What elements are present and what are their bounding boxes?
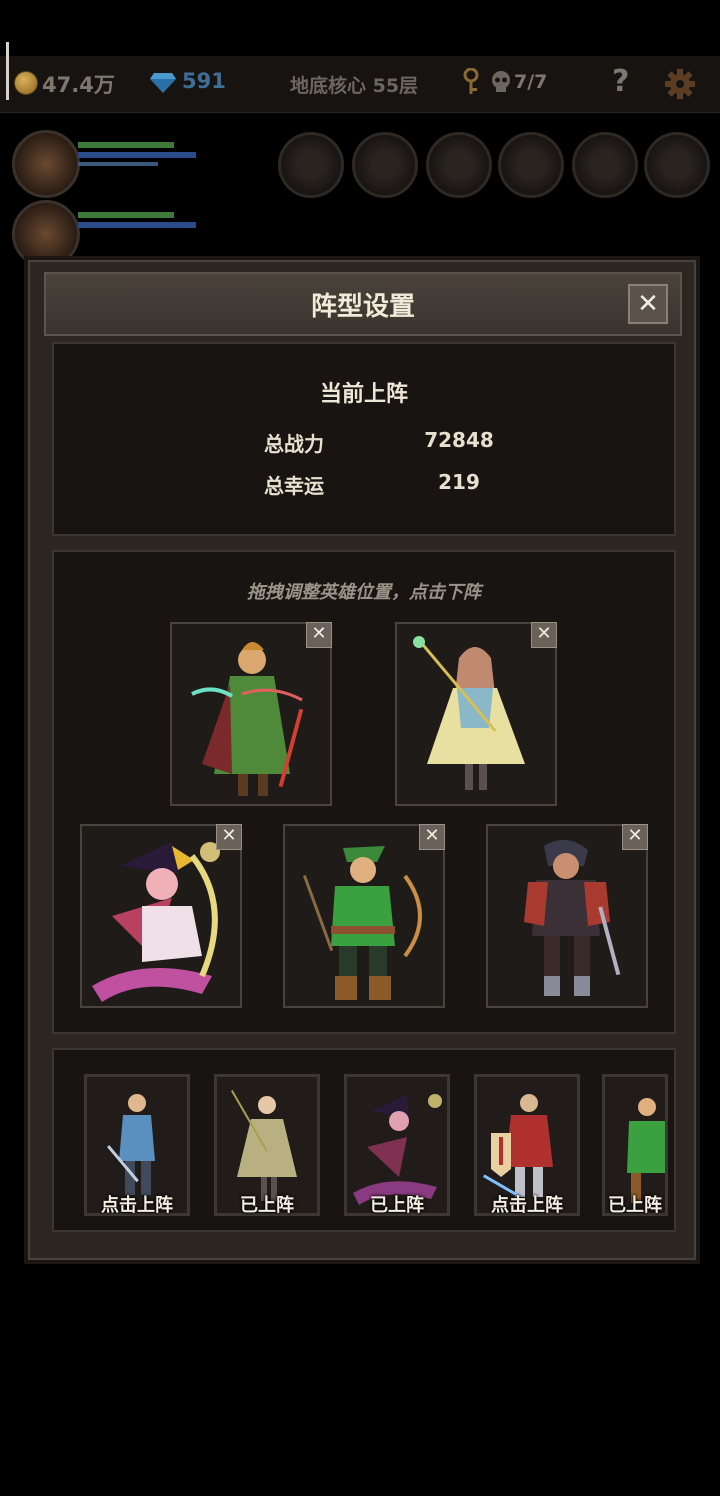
hero-portrait-witch [92, 842, 220, 1002]
key-icon [463, 68, 479, 94]
party-hero-2[interactable] [12, 200, 222, 268]
mp-bar [78, 222, 196, 228]
top-status-bar: 47.4万 591 地底核心 55层 7/7 ? [0, 42, 720, 113]
skill-slot-vortex-icon[interactable] [498, 132, 564, 198]
remove-hero-button[interactable]: ✕ [531, 622, 557, 648]
hero-roster: 点击上阵 已上阵 已上阵 点击上阵 已上阵 [52, 1048, 676, 1232]
remove-hero-button[interactable]: ✕ [216, 824, 242, 850]
roster-hero-archer[interactable]: 已上阵 [602, 1074, 668, 1216]
roster-hero-swordsman[interactable]: 点击上阵 [84, 1074, 190, 1216]
formation-dialog: 阵型设置 ✕ 当前上阵 总战力 72848 总幸运 219 拖拽调整英雄位置，点… [28, 260, 696, 1260]
lineup-slot-1[interactable]: ✕ [170, 622, 332, 806]
current-lineup-stats: 当前上阵 总战力 72848 总幸运 219 [52, 342, 676, 536]
roster-status-label: 点击上阵 [491, 1195, 563, 1216]
party-hero-1[interactable] [12, 130, 222, 198]
roster-status-label: 点击上阵 [101, 1195, 173, 1216]
settings-gear-icon[interactable] [664, 68, 696, 100]
hero-portrait-priestess [413, 636, 525, 790]
roster-hero-priestess[interactable]: 已上阵 [214, 1074, 320, 1216]
skill-slot-bell-icon[interactable] [426, 132, 492, 198]
diamond-icon [150, 73, 176, 93]
hero-portrait-warrior [524, 839, 621, 996]
skill-slot-scroll-icon[interactable] [644, 132, 710, 198]
roster-hero-witch[interactable]: 已上阵 [344, 1074, 450, 1216]
lineup-hint: 拖拽调整英雄位置，点击下阵 [247, 582, 481, 603]
hero-avatar [12, 200, 80, 268]
skill-slot-feather-icon[interactable] [278, 132, 344, 198]
gold-coin-icon [14, 71, 38, 95]
help-icon[interactable]: ? [612, 64, 629, 99]
roster-status-label: 已上阵 [240, 1195, 294, 1216]
hp-bar [78, 212, 174, 218]
total-luck-value: 219 [438, 470, 480, 494]
remove-hero-button[interactable]: ✕ [622, 824, 648, 850]
gold-amount: 47.4万 [42, 73, 115, 97]
skull-icon [492, 71, 510, 92]
total-power-value: 72848 [424, 428, 494, 452]
roster-hero-paladin[interactable]: 点击上阵 [474, 1074, 580, 1216]
roster-status-label: 已上阵 [608, 1195, 662, 1216]
lineup-slot-2[interactable]: ✕ [395, 622, 557, 806]
lineup-slot-3[interactable]: ✕ [80, 824, 242, 1008]
diamond-amount: 591 [182, 69, 226, 93]
hp-bar [78, 142, 174, 148]
lineup-slot-4[interactable]: ✕ [283, 824, 445, 1008]
xp-bar [78, 162, 158, 166]
remove-hero-button[interactable]: ✕ [306, 622, 332, 648]
total-luck-label: 总幸运 [264, 474, 324, 498]
dialog-header: 阵型设置 ✕ [44, 272, 682, 336]
dialog-title: 阵型设置 [310, 292, 415, 322]
close-button[interactable]: ✕ [628, 284, 668, 324]
mp-bar [78, 152, 196, 158]
roster-status-label: 已上阵 [370, 1195, 424, 1216]
total-power-label: 总战力 [264, 432, 324, 456]
edge-marker [6, 42, 9, 100]
hero-portrait-green-mage [191, 642, 304, 796]
skill-slot-helmet-icon[interactable] [352, 132, 418, 198]
skill-slot-carrot-icon[interactable] [572, 132, 638, 198]
lineup-slot-5[interactable]: ✕ [486, 824, 648, 1008]
remove-hero-button[interactable]: ✕ [419, 824, 445, 850]
dungeon-floor-label[interactable]: 地底核心 55层 [290, 71, 418, 98]
hero-avatar [12, 130, 80, 198]
hero-portrait-archer [303, 846, 422, 1000]
keys-count: 7/7 [514, 71, 548, 93]
lineup-panel: 拖拽调整英雄位置，点击下阵 ✕ ✕ ✕ ✕ ✕ [52, 550, 676, 1034]
stats-heading: 当前上阵 [319, 382, 408, 407]
